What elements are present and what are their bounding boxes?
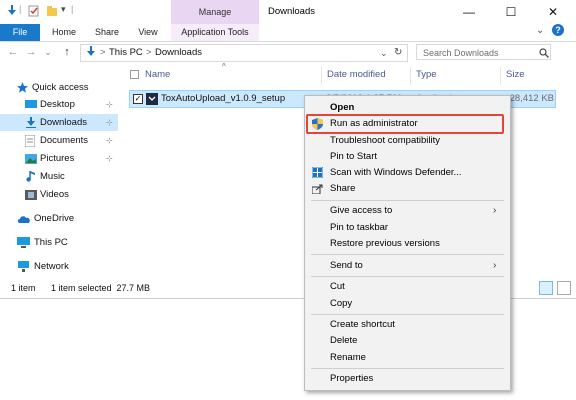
menu-item-delete[interactable]: Delete: [330, 333, 357, 349]
sort-ascending-icon: ^: [222, 62, 226, 71]
menu-separator: [311, 314, 504, 315]
column-size[interactable]: Size: [506, 67, 524, 83]
breadcrumb-separator: >: [146, 47, 152, 58]
menu-separator: [311, 200, 504, 201]
nav-item-documents[interactable]: Documents: [40, 132, 88, 149]
column-name[interactable]: Name: [145, 67, 170, 83]
videos-icon: [25, 190, 37, 200]
nav-item-pictures[interactable]: Pictures: [40, 150, 74, 167]
network-icon: [18, 261, 29, 272]
menu-separator: [311, 368, 504, 369]
menu-item-restore-previous-versions[interactable]: Restore previous versions: [330, 236, 440, 252]
file-size: 28,412 KB: [509, 93, 554, 104]
onedrive-icon: [17, 216, 30, 223]
qat-divider: |: [71, 4, 74, 14]
new-folder-icon[interactable]: [46, 5, 58, 17]
column-date-modified[interactable]: Date modified: [327, 67, 386, 83]
menu-item-pin-to-start[interactable]: Pin to Start: [330, 149, 377, 165]
address-dropdown-icon[interactable]: ⌄: [380, 44, 388, 62]
properties-icon[interactable]: [28, 5, 40, 17]
downloads-icon: [26, 117, 36, 128]
this-pc-icon: [17, 237, 30, 248]
select-all-checkbox[interactable]: [130, 70, 139, 79]
recent-locations-icon[interactable]: ⌄: [41, 44, 55, 60]
music-icon: [26, 171, 35, 182]
file-name[interactable]: ToxAutoUpload_v1.0.9_setup: [161, 90, 285, 108]
menu-item-properties[interactable]: Properties: [330, 371, 373, 387]
back-button[interactable]: ←: [6, 44, 20, 60]
nav-item-downloads[interactable]: Downloads: [40, 114, 87, 131]
menu-item-copy[interactable]: Copy: [330, 296, 352, 312]
search-input[interactable]: Search Downloads: [416, 44, 551, 60]
pictures-icon: [25, 154, 37, 164]
nav-item-desktop[interactable]: Desktop: [40, 96, 75, 113]
up-button[interactable]: ↑: [60, 44, 74, 60]
refresh-icon[interactable]: ↻: [394, 44, 402, 62]
defender-icon: [312, 167, 323, 178]
ribbon-bar: [0, 24, 576, 42]
explorer-icon: [8, 5, 16, 15]
window-title: Downloads: [268, 6, 315, 17]
tab-share[interactable]: Share: [91, 24, 123, 41]
application-icon: [146, 93, 158, 105]
qat-customize-icon[interactable]: ▾: [61, 4, 66, 15]
menu-item-cut[interactable]: Cut: [330, 279, 345, 295]
ribbon-expand-icon[interactable]: ⌄: [536, 25, 544, 36]
contextual-group-manage: Manage: [171, 0, 259, 24]
tab-application-tools[interactable]: Application Tools: [171, 24, 259, 41]
row-checkbox[interactable]: ✓: [133, 94, 143, 104]
menu-item-rename[interactable]: Rename: [330, 350, 366, 366]
pin-icon: ⊹: [106, 118, 113, 127]
column-separator[interactable]: [321, 67, 322, 85]
column-separator[interactable]: [410, 67, 411, 85]
forward-button[interactable]: →: [24, 44, 38, 60]
pin-icon: ⊹: [106, 136, 113, 145]
qat-divider: |: [19, 4, 22, 14]
nav-item-music[interactable]: Music: [40, 168, 65, 185]
downloads-icon: [87, 46, 95, 56]
nav-network[interactable]: Network: [34, 258, 69, 275]
menu-separator: [311, 254, 504, 255]
menu-item-scan-defender[interactable]: Scan with Windows Defender...: [330, 165, 461, 181]
pin-icon: ⊹: [106, 154, 113, 163]
documents-icon: [25, 135, 35, 147]
nav-quick-access[interactable]: Quick access: [32, 79, 89, 96]
menu-item-send-to[interactable]: Send to: [330, 258, 363, 274]
menu-separator: [311, 276, 504, 277]
highlight-box: [306, 114, 504, 134]
tab-home[interactable]: Home: [48, 24, 80, 41]
tab-file[interactable]: File: [0, 24, 40, 41]
menu-item-give-access-to[interactable]: Give access to: [330, 203, 392, 219]
search-icon: [539, 48, 549, 58]
column-type[interactable]: Type: [416, 67, 437, 83]
nav-this-pc[interactable]: This PC: [34, 234, 68, 251]
close-button[interactable]: ✕: [532, 0, 574, 24]
large-icons-view-icon[interactable]: [557, 281, 571, 295]
breadcrumb-this-pc[interactable]: This PC: [109, 44, 143, 62]
menu-item-create-shortcut[interactable]: Create shortcut: [330, 317, 395, 333]
maximize-button[interactable]: ☐: [490, 0, 532, 24]
desktop-icon: [25, 100, 37, 108]
pin-icon: ⊹: [106, 100, 113, 109]
nav-onedrive[interactable]: OneDrive: [34, 210, 74, 227]
menu-item-pin-to-taskbar[interactable]: Pin to taskbar: [330, 220, 388, 236]
breadcrumb-downloads[interactable]: Downloads: [155, 44, 202, 62]
status-item-count: 1 item: [11, 283, 36, 293]
submenu-arrow-icon: ›: [493, 260, 497, 271]
details-view-icon[interactable]: [539, 281, 553, 295]
column-separator[interactable]: [500, 67, 501, 85]
menu-item-troubleshoot-compatibility[interactable]: Troubleshoot compatibility: [330, 133, 440, 149]
submenu-arrow-icon: ›: [493, 205, 497, 216]
tab-view[interactable]: View: [134, 24, 162, 41]
help-icon[interactable]: ?: [552, 24, 564, 36]
breadcrumb-separator: >: [100, 47, 106, 58]
nav-item-videos[interactable]: Videos: [40, 186, 69, 203]
status-selection: 1 item selected 27.7 MB: [51, 283, 151, 293]
minimize-button[interactable]: —: [448, 0, 490, 24]
star-icon: [17, 82, 28, 93]
menu-item-share[interactable]: Share: [330, 181, 355, 197]
share-icon: [312, 184, 323, 194]
